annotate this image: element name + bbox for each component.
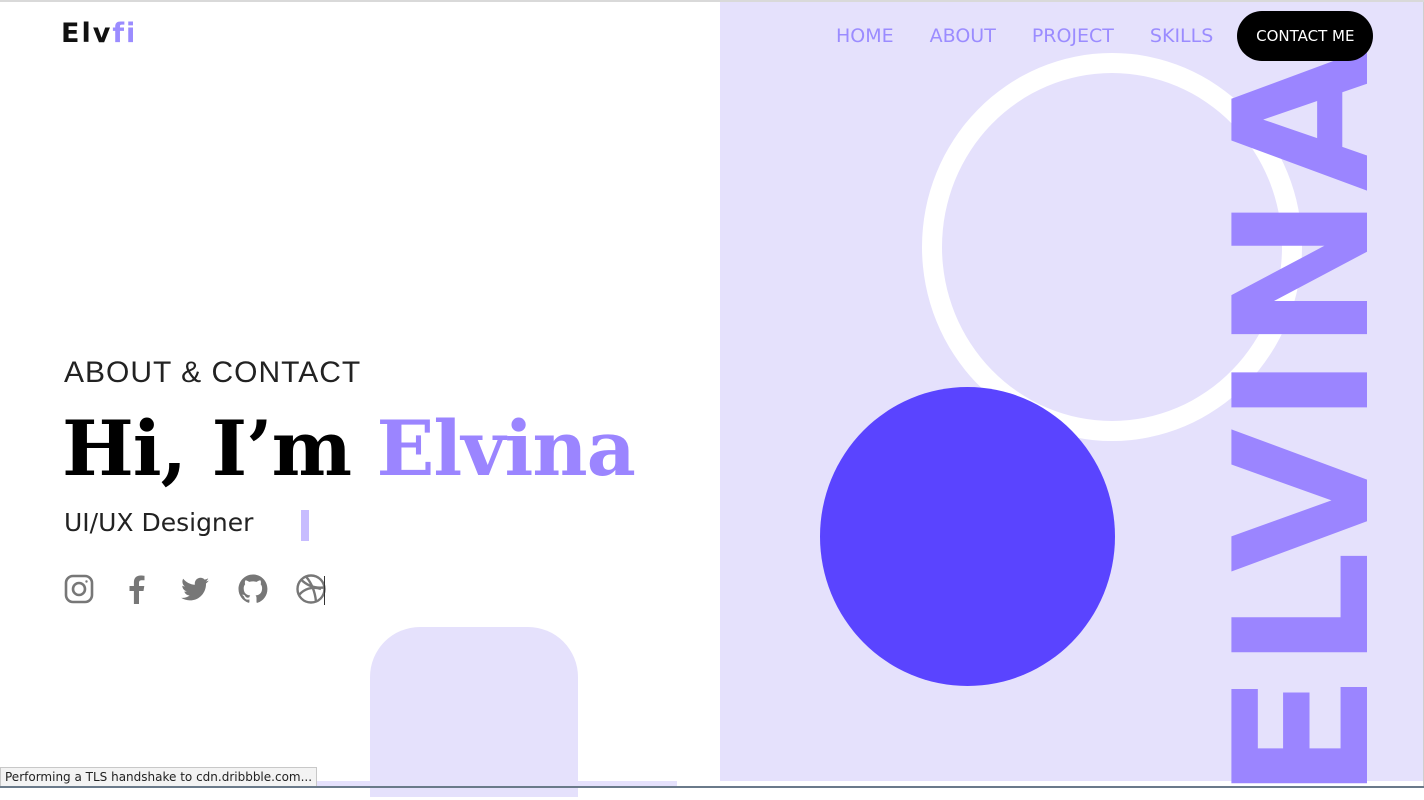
contact-me-button[interactable]: CONTACT ME <box>1237 11 1374 61</box>
hero-name: Elvina <box>376 404 636 493</box>
twitter-icon[interactable] <box>178 571 212 607</box>
browser-status-bar: Performing a TLS handshake to cdn.dribbb… <box>0 767 318 788</box>
logo-main-text: Elv <box>61 18 113 49</box>
instagram-icon[interactable] <box>62 571 96 607</box>
typing-cursor <box>301 510 309 541</box>
decor-rounded-block <box>370 627 578 797</box>
github-icon[interactable] <box>236 571 270 607</box>
hero-greeting: Hi, I’m <box>62 404 352 493</box>
hero-heading: Hi, I’m Elvina <box>62 404 636 493</box>
dribbble-icon[interactable] <box>294 571 328 607</box>
nav-project-link[interactable]: PROJECT <box>1032 25 1114 47</box>
nav-about-link[interactable]: ABOUT <box>930 25 996 47</box>
site-logo[interactable]: Elvfi <box>61 18 137 49</box>
logo-accent-text: fi <box>112 18 138 49</box>
nav-home-link[interactable]: HOME <box>836 25 894 47</box>
section-label: ABOUT & CONTACT <box>64 356 362 389</box>
nav-skills-link[interactable]: SKILLS <box>1150 25 1213 47</box>
social-links <box>62 571 352 607</box>
text-caret <box>324 576 325 605</box>
decor-solid-circle <box>820 387 1115 686</box>
facebook-icon[interactable] <box>120 571 154 607</box>
vertical-name-text: ELVINA <box>1194 43 1411 800</box>
hero-role: UI/UX Designer <box>64 508 254 537</box>
main-nav: HOME ABOUT PROJECT SKILLS CONTACT ME <box>818 11 1374 61</box>
